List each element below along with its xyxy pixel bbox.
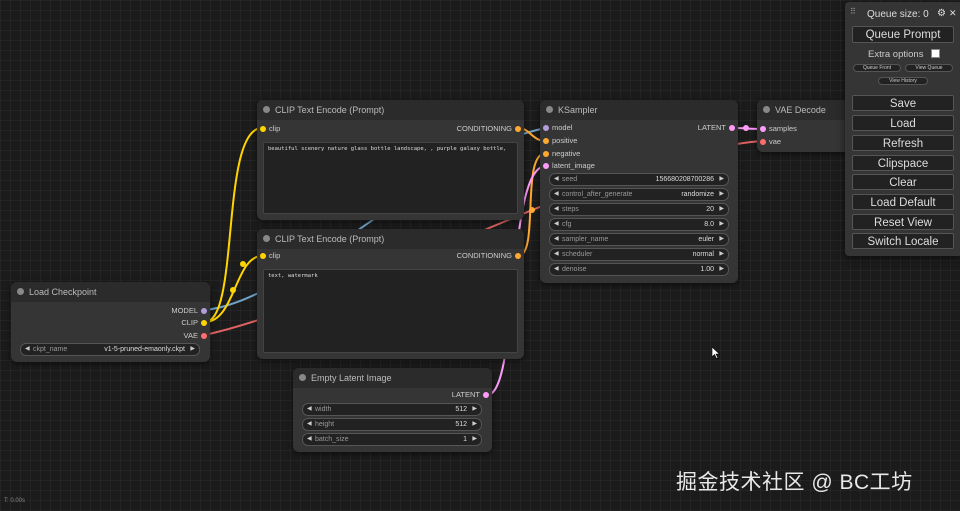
node-title-text: Load Checkpoint [29, 287, 97, 297]
clipspace-button[interactable]: Clipspace [852, 155, 954, 171]
increment-arrow-icon[interactable]: ▶ [719, 264, 724, 275]
decrement-arrow-icon[interactable]: ◀ [554, 249, 559, 260]
increment-arrow-icon[interactable]: ▶ [719, 174, 724, 185]
widget-control-after-generate[interactable]: ◀ control_after_generate randomize ▶ [549, 188, 729, 201]
decrement-arrow-icon[interactable]: ◀ [554, 189, 559, 200]
node-title-text: VAE Decode [775, 105, 826, 115]
output-model[interactable]: MODEL [171, 306, 210, 316]
widget-ckpt-name[interactable]: ◀ ckpt_name v1-5-pruned-emaonly.ckpt ▶ [20, 343, 200, 356]
node-title-text: CLIP Text Encode (Prompt) [275, 234, 385, 244]
decrement-arrow-icon[interactable]: ◀ [307, 404, 312, 415]
prompt-textarea[interactable]: beautiful scenery nature glass bottle la… [263, 142, 518, 214]
increment-arrow-icon[interactable]: ▶ [190, 344, 195, 355]
input-vae[interactable]: vae [757, 137, 781, 147]
increment-arrow-icon[interactable]: ▶ [719, 249, 724, 260]
decrement-arrow-icon[interactable]: ◀ [554, 219, 559, 230]
output-vae[interactable]: VAE [184, 331, 210, 341]
input-latent-image[interactable]: latent_image [540, 161, 595, 171]
clear-button[interactable]: Clear [852, 174, 954, 190]
collapse-dot-icon[interactable] [546, 106, 553, 113]
decrement-arrow-icon[interactable]: ◀ [307, 419, 312, 430]
load-checkpoint-node[interactable]: Load Checkpoint MODEL CLIP VAE ◀ ckpt_nam… [11, 282, 210, 362]
widget-batch-size[interactable]: ◀ batch_size 1 ▶ [302, 433, 482, 446]
node-title-text: CLIP Text Encode (Prompt) [275, 105, 385, 115]
watermark-text: 掘金技术社区 @ BC工坊 [676, 471, 913, 494]
increment-arrow-icon[interactable]: ▶ [719, 204, 724, 215]
close-icon[interactable]: ✕ [949, 8, 957, 19]
extra-options-checkbox[interactable] [931, 49, 940, 58]
input-negative[interactable]: negative [540, 149, 580, 159]
widget-scheduler[interactable]: ◀ scheduler normal ▶ [549, 248, 729, 261]
output-latent[interactable]: LATENT [698, 123, 738, 133]
ksampler-node[interactable]: KSampler model positive negative latent_… [540, 100, 738, 283]
view-queue-button[interactable]: View Queue [905, 64, 953, 72]
load-default-button[interactable]: Load Default [852, 194, 954, 210]
load-button[interactable]: Load [852, 115, 954, 131]
node-title[interactable]: KSampler [540, 100, 738, 120]
widget-cfg[interactable]: ◀ cfg 8.0 ▶ [549, 218, 729, 231]
queue-prompt-button[interactable]: Queue Prompt [852, 26, 954, 43]
increment-arrow-icon[interactable]: ▶ [472, 419, 477, 430]
gear-icon[interactable]: ⚙ [937, 8, 946, 19]
reset-view-button[interactable]: Reset View [852, 214, 954, 230]
input-clip[interactable]: clip [257, 124, 280, 134]
node-title[interactable]: CLIP Text Encode (Prompt) [257, 100, 524, 120]
node-title[interactable]: Empty Latent Image [293, 368, 492, 388]
input-clip[interactable]: clip [257, 251, 280, 261]
refresh-button[interactable]: Refresh [852, 135, 954, 151]
node-title[interactable]: CLIP Text Encode (Prompt) [257, 229, 524, 249]
widget-width[interactable]: ◀ width 512 ▶ [302, 403, 482, 416]
empty-latent-image-node[interactable]: Empty Latent Image LATENT ◀ width 512 ▶ ◀ he… [293, 368, 492, 452]
prompt-textarea[interactable]: text, watermark [263, 269, 518, 353]
clip-text-encode-negative-node[interactable]: CLIP Text Encode (Prompt) clip CONDITION… [257, 229, 524, 359]
fps-readout: T: 0.00s [4, 498, 26, 504]
widget-height[interactable]: ◀ height 512 ▶ [302, 418, 482, 431]
increment-arrow-icon[interactable]: ▶ [719, 189, 724, 200]
collapse-dot-icon[interactable] [763, 106, 770, 113]
input-positive[interactable]: positive [540, 136, 577, 146]
drag-handle-icon[interactable]: ⠿ [850, 7, 856, 16]
comfy-menu[interactable]: ⠿ Queue size: 0 ⚙ ✕ Queue Prompt Extra o… [845, 2, 960, 256]
queue-size-label: Queue size: 0 [867, 9, 929, 20]
widget-seed[interactable]: ◀ seed 156680208700286 ▶ [549, 173, 729, 186]
queue-front-button[interactable]: Queue Front [853, 64, 901, 72]
wire-clip-neg [204, 255, 263, 323]
widget-steps[interactable]: ◀ steps 20 ▶ [549, 203, 729, 216]
output-conditioning[interactable]: CONDITIONING [457, 251, 524, 261]
increment-arrow-icon[interactable]: ▶ [719, 219, 724, 230]
extra-options-label: Extra options [868, 49, 924, 60]
output-latent[interactable]: LATENT [452, 390, 492, 400]
collapse-dot-icon[interactable] [263, 106, 270, 113]
node-title-text: Empty Latent Image [311, 373, 392, 383]
decrement-arrow-icon[interactable]: ◀ [554, 234, 559, 245]
node-title[interactable]: Load Checkpoint [11, 282, 210, 302]
mouse-cursor-icon [712, 347, 720, 359]
widget-denoise[interactable]: ◀ denoise 1.00 ▶ [549, 263, 729, 276]
output-clip[interactable]: CLIP [181, 318, 210, 328]
widget-sampler-name[interactable]: ◀ sampler_name euler ▶ [549, 233, 729, 246]
decrement-arrow-icon[interactable]: ◀ [307, 434, 312, 445]
decrement-arrow-icon[interactable]: ◀ [554, 174, 559, 185]
clip-text-encode-positive-node[interactable]: CLIP Text Encode (Prompt) clip CONDITION… [257, 100, 524, 220]
save-button[interactable]: Save [852, 95, 954, 111]
switch-locale-button[interactable]: Switch Locale [852, 233, 954, 249]
increment-arrow-icon[interactable]: ▶ [719, 234, 724, 245]
input-model[interactable]: model [540, 123, 572, 133]
collapse-dot-icon[interactable] [17, 288, 24, 295]
decrement-arrow-icon[interactable]: ◀ [554, 204, 559, 215]
increment-arrow-icon[interactable]: ▶ [472, 434, 477, 445]
input-samples[interactable]: samples [757, 124, 797, 134]
output-conditioning[interactable]: CONDITIONING [457, 124, 524, 134]
collapse-dot-icon[interactable] [263, 235, 270, 242]
wire-clip-pos [204, 127, 263, 323]
decrement-arrow-icon[interactable]: ◀ [554, 264, 559, 275]
view-history-button[interactable]: View History [878, 77, 928, 85]
node-title-text: KSampler [558, 105, 598, 115]
increment-arrow-icon[interactable]: ▶ [472, 404, 477, 415]
collapse-dot-icon[interactable] [299, 374, 306, 381]
decrement-arrow-icon[interactable]: ◀ [25, 344, 30, 355]
